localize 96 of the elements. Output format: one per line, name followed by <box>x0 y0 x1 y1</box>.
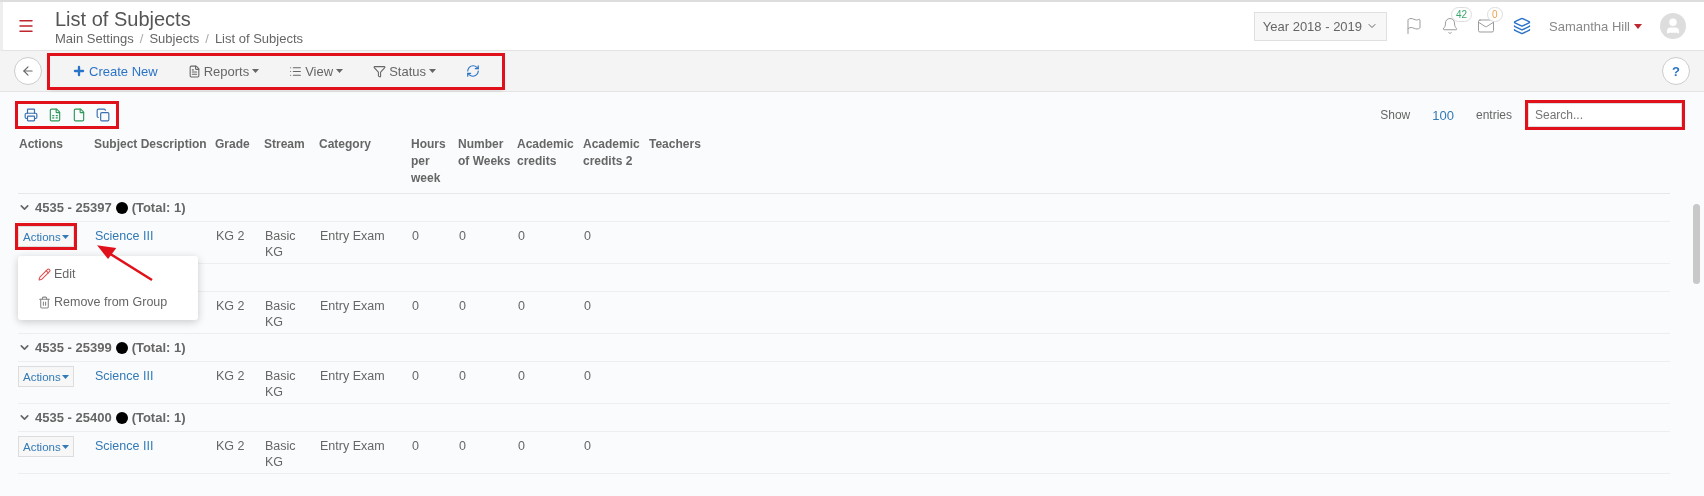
table-cell: 0 <box>582 222 648 264</box>
table-cell: 0 <box>582 432 648 474</box>
table-cell: Entry Exam <box>318 222 410 264</box>
column-header: Grade <box>214 130 263 194</box>
column-header: Stream <box>263 130 318 194</box>
mail-icon[interactable] <box>1477 17 1496 35</box>
column-header: Academic credits <box>516 130 582 194</box>
entries-label: Show <box>1380 108 1411 122</box>
layers-icon[interactable] <box>1513 17 1532 35</box>
caret-icon <box>252 69 260 73</box>
caret-icon <box>61 234 69 239</box>
user-name[interactable]: Samantha Hill <box>1549 18 1630 34</box>
pencil-icon <box>38 267 51 281</box>
breadcrumb-link[interactable]: Main Settings <box>55 30 134 46</box>
table-cell: KG 2 <box>214 432 263 474</box>
group-total: (Total: 1) <box>131 200 186 215</box>
status-button[interactable]: Status <box>361 59 448 83</box>
group-total: (Total: 1) <box>131 410 186 425</box>
flag-icon[interactable] <box>1405 17 1424 35</box>
table-cell: Basic KG <box>263 292 318 334</box>
table-cell[interactable]: Science III <box>93 432 214 474</box>
table-cell: KG 2 <box>214 292 263 334</box>
filter-icon <box>373 64 387 78</box>
actions-button[interactable]: Actions <box>18 366 74 387</box>
table-cell: 0 <box>457 222 516 264</box>
message-badge: 0 <box>1487 7 1503 22</box>
table-cell: Entry Exam <box>318 432 410 474</box>
column-header: Number of Weeks <box>457 130 516 194</box>
table-cell: 0 <box>582 362 648 404</box>
caret-icon <box>61 374 69 379</box>
document-icon <box>187 64 201 78</box>
year-select[interactable]: Year 2018 - 2019 <box>1253 11 1388 41</box>
menu-item[interactable]: Remove from Group <box>18 288 198 316</box>
spreadsheet-icon[interactable] <box>48 108 62 122</box>
plus-icon <box>72 64 86 78</box>
breadcrumb-separator: / <box>139 30 144 46</box>
table-cell: 0 <box>457 362 516 404</box>
group-title: 4535 - 25400 <box>35 410 112 425</box>
breadcrumb-separator: / <box>205 30 209 46</box>
copy-icon[interactable] <box>96 108 110 122</box>
table-cell: 0 <box>516 222 582 264</box>
column-header: Teachers <box>648 130 1670 194</box>
trash-icon <box>38 295 51 309</box>
table-cell: 0 <box>457 432 516 474</box>
help-button[interactable]: ? <box>1662 57 1690 85</box>
table-cell: KG 2 <box>214 362 263 404</box>
caret-icon <box>1634 23 1642 29</box>
column-header: Hours per week <box>410 130 457 194</box>
column-header: Category <box>318 130 410 194</box>
caret-icon <box>429 69 436 73</box>
table-cell: Basic KG <box>263 432 318 474</box>
table-cell: 0 <box>410 292 457 334</box>
table-cell: 0 <box>457 292 516 334</box>
table-cell: 0 <box>516 432 582 474</box>
user-silhouette-icon <box>1664 17 1682 35</box>
caret-icon <box>61 444 69 449</box>
table-cell: KG 2 <box>214 222 263 264</box>
table-cell[interactable]: Science III <box>93 222 214 264</box>
file-icon[interactable] <box>72 108 86 122</box>
table-cell: 0 <box>516 292 582 334</box>
back-button[interactable] <box>14 57 42 85</box>
list-icon <box>289 64 303 78</box>
refresh-icon <box>466 64 480 78</box>
group-total: (Total: 1) <box>131 340 186 355</box>
column-header: Subject Description <box>93 130 214 194</box>
actions-button[interactable]: Actions <box>18 436 74 457</box>
view-button[interactable]: View <box>277 59 356 83</box>
column-header: Actions <box>18 130 93 194</box>
table-cell: Basic KG <box>263 222 318 264</box>
group-title: 4535 - 25399 <box>35 340 112 355</box>
table-cell: Basic KG <box>263 362 318 404</box>
entries-label: entries <box>1475 108 1512 122</box>
column-header: Academic credits 2 <box>582 130 648 194</box>
entries-count[interactable]: 100 <box>1432 107 1454 123</box>
group-title: 4535 - 25397 <box>35 200 112 215</box>
create-button[interactable]: Create New <box>60 59 170 83</box>
reports-button[interactable]: Reports <box>175 59 272 83</box>
search-field[interactable]: Search... <box>1528 103 1682 127</box>
notification-badge: 42 <box>1451 7 1473 22</box>
caret-icon <box>336 69 344 73</box>
bell-icon[interactable] <box>1441 17 1460 35</box>
menu-icon[interactable] <box>17 17 35 35</box>
scrollbar[interactable] <box>1693 204 1700 284</box>
actions-button[interactable]: Actions <box>18 226 74 247</box>
breadcrumb-link[interactable]: Subjects <box>149 30 200 46</box>
table-cell: 0 <box>582 292 648 334</box>
print-icon[interactable] <box>24 108 38 122</box>
table-cell: 0 <box>410 362 457 404</box>
page-title: List of Subjects <box>55 6 192 31</box>
table-cell: 0 <box>410 432 457 474</box>
table-cell: Entry Exam <box>318 362 410 404</box>
table-cell: 0 <box>410 222 457 264</box>
table-cell[interactable]: Science III <box>93 362 214 404</box>
breadcrumb-link[interactable]: List of Subjects <box>214 30 304 46</box>
table-cell: Entry Exam <box>318 292 410 334</box>
table-cell: 0 <box>516 362 582 404</box>
